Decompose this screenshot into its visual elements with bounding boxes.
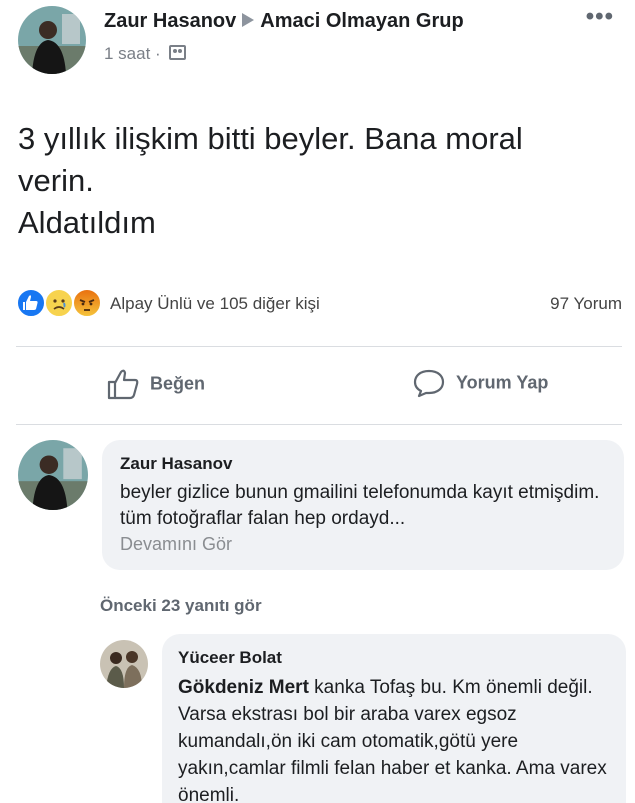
post-time[interactable]: 1 saat [104, 44, 150, 63]
meta-separator: · [155, 44, 161, 63]
thumbs-up-icon [107, 369, 139, 400]
more-horizontal-icon[interactable]: ••• [586, 5, 614, 29]
avatar-image [18, 440, 88, 510]
post-text: 3 yıllık ilişkim bitti beyler. Bana mora… [18, 118, 618, 244]
previous-replies-link[interactable]: Önceki 23 yanıtı gör [100, 596, 262, 616]
post-actions: Beğen Yorum Yap [0, 350, 635, 420]
like-reaction-icon [16, 288, 46, 318]
see-more-link[interactable]: Devamını Gör [120, 534, 606, 555]
reactions-summary[interactable]: Alpay Ünlü ve 105 diğer kişi 97 Yorum [16, 286, 622, 322]
angry-reaction-icon [72, 288, 102, 318]
avatar[interactable] [100, 640, 148, 688]
post-text-line: 3 yıllık ilişkim bitti beyler. Bana mora… [18, 121, 523, 156]
reply-comment: Yüceer Bolat Gökdeniz Mert kanka Tofaş b… [100, 634, 626, 803]
avatar-image [18, 6, 86, 74]
comment-bubble: Zaur Hasanov beyler gizlice bunun gmaili… [102, 440, 624, 570]
divider [16, 346, 622, 347]
reactions-summary-text[interactable]: Alpay Ünlü ve 105 diğer kişi [110, 294, 320, 314]
comment: Zaur Hasanov beyler gizlice bunun gmaili… [18, 440, 624, 570]
reply-text: Gökdeniz Mert kanka Tofaş bu. Km önemli … [178, 674, 610, 803]
post-author-name[interactable]: Zaur Hasanov [104, 10, 236, 32]
post-meta: 1 saat · [104, 44, 187, 64]
sad-reaction-icon [44, 288, 74, 318]
comment-button-label: Yorum Yap [456, 372, 549, 393]
post-text-line: verin. [18, 163, 94, 198]
post-text-line: Aldatıldım [18, 205, 156, 240]
arrow-right-icon [242, 12, 255, 27]
comment-button[interactable]: Yorum Yap [412, 368, 548, 398]
reaction-icons [16, 288, 108, 318]
avatar[interactable] [18, 440, 88, 510]
like-button-label: Beğen [150, 373, 206, 394]
comment-text: beyler gizlice bunun gmailini telefonumd… [120, 482, 600, 529]
avatar[interactable] [18, 6, 86, 74]
avatar-image [100, 640, 148, 688]
divider [16, 424, 622, 425]
comments-count[interactable]: 97 Yorum [550, 294, 622, 314]
comment-bubble-icon [413, 369, 445, 398]
post-author-line: Zaur Hasanov Amaci Olmayan Grup [104, 10, 464, 33]
group-icon [169, 45, 187, 61]
post-group-name[interactable]: Amaci Olmayan Grup [260, 10, 463, 32]
comment-author[interactable]: Zaur Hasanov [120, 454, 606, 474]
post-header: Zaur Hasanov Amaci Olmayan Grup 1 saat · … [18, 5, 618, 78]
like-button[interactable]: Beğen [106, 368, 205, 400]
reply-author[interactable]: Yüceer Bolat [178, 648, 610, 668]
mention-link[interactable]: Gökdeniz Mert [178, 677, 309, 698]
comment-bubble: Yüceer Bolat Gökdeniz Mert kanka Tofaş b… [162, 634, 626, 803]
